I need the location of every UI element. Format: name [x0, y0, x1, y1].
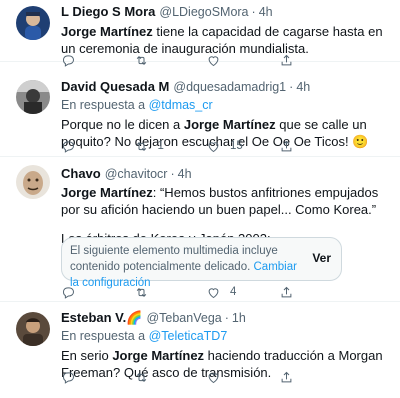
view-media-button[interactable]: Ver	[312, 251, 331, 265]
like-count: 4	[230, 286, 237, 298]
author-handle[interactable]: @dquesadamadrig1	[173, 79, 286, 95]
like-icon	[208, 372, 219, 383]
reply-button[interactable]	[61, 285, 134, 300]
reply-button[interactable]	[61, 139, 134, 154]
share-button[interactable]	[279, 139, 352, 154]
tweet-time[interactable]: 4h	[259, 4, 273, 20]
reply-prefix: En respuesta a	[61, 98, 146, 112]
share-button[interactable]	[279, 285, 352, 300]
separator-dot: ·	[251, 5, 256, 19]
separator-dot: ·	[289, 80, 294, 94]
avatar-image	[16, 80, 50, 114]
reply-icon	[62, 371, 75, 384]
avatar-image	[16, 6, 50, 40]
separator-dot: ·	[170, 167, 175, 181]
author-handle[interactable]: @chavitocr	[105, 166, 168, 182]
retweet-icon	[136, 372, 146, 382]
tweet-actions: 1 15	[61, 138, 351, 154]
retweet-button[interactable]	[134, 285, 207, 300]
reply-mention-link[interactable]: @tdmas_cr	[149, 98, 213, 112]
reply-context: En respuesta a @tdmas_cr	[61, 97, 384, 113]
timeline: L Diego S Mora @LDiegoSMora · 4h Jorge M…	[0, 0, 400, 398]
like-count: 15	[230, 140, 243, 152]
tweet-time[interactable]: 1h	[232, 310, 246, 326]
reply-prefix: En respuesta a	[61, 329, 146, 343]
retweet-icon	[136, 141, 146, 151]
tweet[interactable]: L Diego S Mora @LDiegoSMora · 4h Jorge M…	[0, 0, 400, 67]
like-icon	[208, 141, 219, 152]
share-button[interactable]	[279, 370, 352, 385]
tweet[interactable]: Chavo @chavitocr · 4h Jorge Martínez: “H…	[0, 157, 400, 302]
share-icon	[281, 371, 291, 382]
like-button[interactable]: 15	[206, 139, 279, 154]
share-icon	[281, 286, 291, 297]
avatar-image	[16, 165, 50, 199]
author-name[interactable]: David Quesada M	[61, 79, 169, 95]
like-button[interactable]	[206, 370, 279, 385]
tweet[interactable]: David Quesada M @dquesadamadrig1 · 4h En…	[0, 62, 400, 157]
reply-context: En respuesta a @TeleticaTD7	[61, 328, 384, 344]
retweet-button[interactable]: 1	[134, 139, 207, 154]
tweet-time[interactable]: 4h	[178, 166, 192, 182]
avatar[interactable]	[16, 312, 50, 346]
sensitive-media-warning: El siguiente elemento multimedia incluye…	[61, 237, 342, 289]
share-icon	[281, 140, 291, 151]
retweet-icon	[136, 287, 146, 297]
like-icon	[208, 287, 219, 298]
media-warning-text: El siguiente elemento multimedia incluye…	[70, 245, 278, 273]
tweet-actions: 4	[61, 284, 351, 300]
tweet-actions	[61, 369, 351, 385]
author-handle[interactable]: @TebanVega	[146, 310, 221, 326]
mentioned-name: Jorge Martínez	[183, 117, 276, 132]
tweet[interactable]: Esteban V.🌈 @TebanVega · 1h En respuesta…	[0, 302, 400, 398]
avatar[interactable]	[16, 80, 50, 114]
tweet-time[interactable]: 4h	[296, 79, 310, 95]
mentioned-name: Jorge Martínez	[61, 24, 153, 39]
retweet-count: 1	[157, 140, 164, 152]
reply-button[interactable]	[61, 370, 134, 385]
author-handle[interactable]: @LDiegoSMora	[159, 4, 248, 20]
like-button[interactable]: 4	[206, 285, 279, 300]
avatar-image	[16, 312, 50, 346]
avatar[interactable]	[16, 165, 50, 199]
avatar[interactable]	[16, 6, 50, 40]
reply-icon	[62, 140, 75, 153]
tweet-text-pre: En serio	[61, 348, 113, 363]
author-name[interactable]: L Diego S Mora	[61, 4, 155, 20]
author-name[interactable]: Chavo	[61, 166, 101, 182]
retweet-button[interactable]	[134, 370, 207, 385]
separator-dot: ·	[224, 311, 229, 325]
mentioned-name: Jorge Martínez	[61, 185, 153, 200]
tweet-text: Jorge Martínez: “Hemos bustos anfitrione…	[61, 184, 384, 218]
reply-mention-link[interactable]: @TeleticaTD7	[149, 329, 228, 343]
author-name[interactable]: Esteban V.🌈	[61, 310, 142, 326]
mentioned-name: Jorge Martínez	[112, 348, 205, 363]
tweet-text-pre: Porque no le dicen a	[61, 117, 184, 132]
reply-icon	[62, 286, 75, 299]
